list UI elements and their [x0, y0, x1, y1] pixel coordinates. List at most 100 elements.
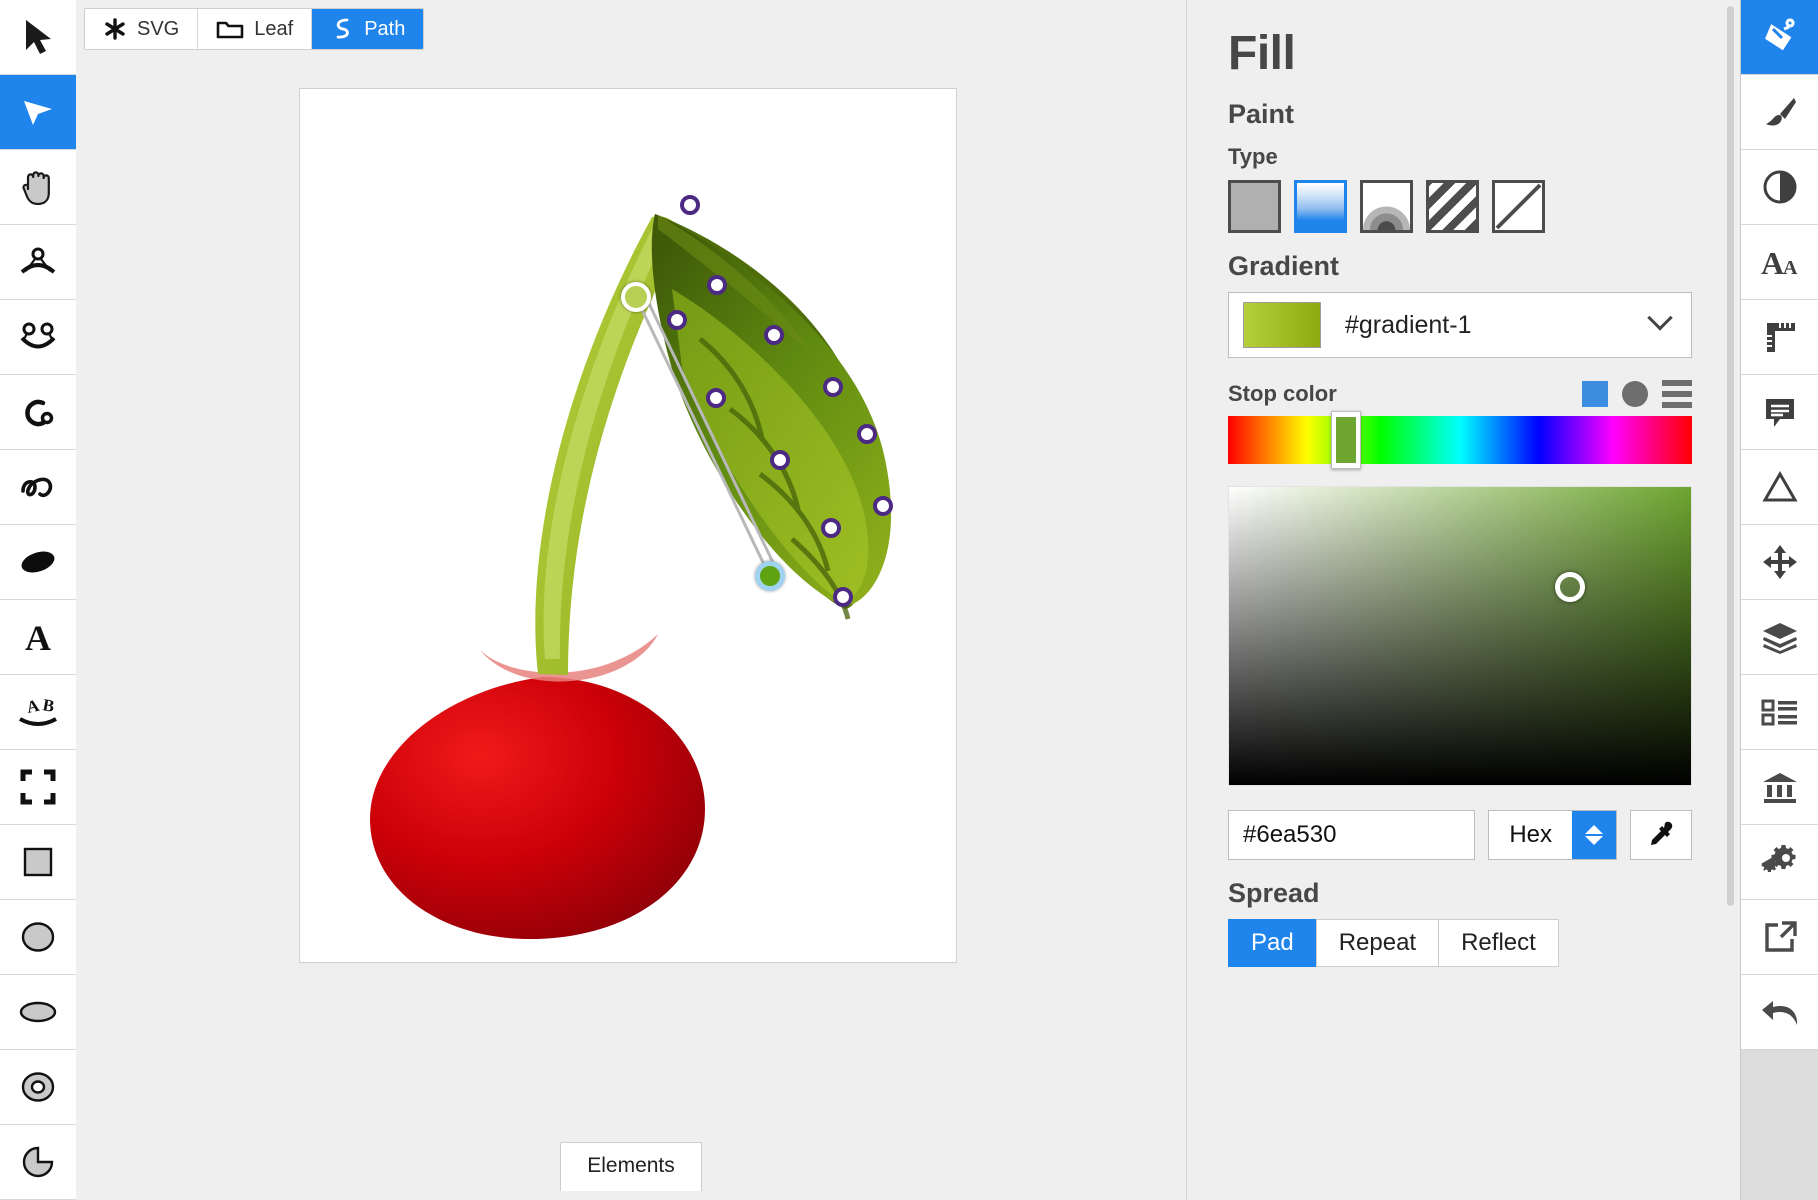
- swatch-list-icon[interactable]: [1662, 380, 1692, 408]
- stop-color-label: Stop color: [1228, 381, 1337, 406]
- fill-type-solid[interactable]: [1228, 180, 1281, 233]
- svg-text:A: A: [1783, 257, 1798, 279]
- elements-bar: Elements: [76, 1142, 1186, 1200]
- text-tool[interactable]: A: [0, 600, 76, 675]
- bank-columns-icon: [1762, 773, 1797, 803]
- gradient-start-handle[interactable]: [621, 282, 651, 312]
- path-node[interactable]: [821, 518, 841, 538]
- contrast-circle-icon: [1763, 170, 1796, 204]
- fill-type-none[interactable]: [1492, 180, 1545, 233]
- breadcrumb-label-svg: SVG: [137, 17, 180, 40]
- dimensions-panel-button[interactable]: [1741, 300, 1818, 375]
- path-curve-icon: [330, 16, 354, 42]
- fill-type-radial-gradient[interactable]: [1360, 180, 1413, 233]
- color-format-stepper[interactable]: [1572, 811, 1616, 859]
- triangle-icon: [1761, 470, 1798, 502]
- pan-tool[interactable]: [0, 150, 76, 225]
- text-on-path-tool[interactable]: A B: [0, 675, 76, 750]
- undo-button[interactable]: [1741, 975, 1818, 1050]
- spread-option-reflect[interactable]: Reflect: [1438, 919, 1559, 967]
- breadcrumb-item-path[interactable]: Path: [312, 9, 424, 49]
- rectangle-tool[interactable]: [0, 825, 76, 900]
- left-toolbar: A A B: [0, 0, 76, 1200]
- spread-options: Pad Repeat Reflect: [1228, 919, 1692, 967]
- hue-slider[interactable]: [1228, 411, 1692, 469]
- list-view-icon: [1761, 699, 1797, 726]
- folder-icon: [216, 18, 244, 40]
- breadcrumb-item-leaf[interactable]: Leaf: [198, 9, 313, 49]
- stop-color-mode-icons: [1582, 380, 1692, 408]
- library-panel-button[interactable]: [1741, 750, 1818, 825]
- fill-properties-panel: Fill Paint Type Gradient #gradient-1 Sto…: [1194, 0, 1740, 1200]
- gradient-select[interactable]: #gradient-1: [1228, 292, 1692, 358]
- export-panel-button[interactable]: [1741, 900, 1818, 975]
- opacity-panel-button[interactable]: [1741, 150, 1818, 225]
- node-symmetric-tool[interactable]: [0, 300, 76, 375]
- arc-tool[interactable]: [0, 375, 76, 450]
- stroke-panel-button[interactable]: [1741, 75, 1818, 150]
- canvas-viewport[interactable]: Elements: [76, 58, 1186, 1200]
- transform-panel-button[interactable]: [1741, 525, 1818, 600]
- elements-button[interactable]: Elements: [560, 1142, 702, 1191]
- panel-scrollbar[interactable]: [1727, 6, 1734, 906]
- gradient-preview-swatch: [1243, 302, 1321, 348]
- svg-editor-window: A A B SVG Leaf Path Elements Fill Paint …: [0, 0, 1818, 1200]
- fill-type-pattern[interactable]: [1426, 180, 1479, 233]
- saturation-value-picker[interactable]: [1228, 486, 1692, 786]
- typography-panel-button[interactable]: A A: [1741, 225, 1818, 300]
- objects-panel-button[interactable]: [1741, 675, 1818, 750]
- path-node[interactable]: [680, 195, 700, 215]
- swatch-circle-icon[interactable]: [1622, 381, 1648, 407]
- ellipse-tool[interactable]: [0, 975, 76, 1050]
- asterisk-icon: [103, 17, 127, 41]
- fill-panel-button[interactable]: [1741, 0, 1818, 75]
- canvas-area: SVG Leaf Path Elements: [76, 0, 1186, 1200]
- artboard[interactable]: [299, 88, 957, 963]
- node-smooth-tool[interactable]: [0, 225, 76, 300]
- path-node[interactable]: [667, 310, 687, 330]
- breadcrumb-item-svg[interactable]: SVG: [85, 9, 199, 49]
- path-node[interactable]: [707, 275, 727, 295]
- node-edit-tool[interactable]: [0, 75, 76, 150]
- spread-option-pad[interactable]: Pad: [1228, 919, 1317, 967]
- gradient-end-handle[interactable]: [755, 561, 785, 591]
- hue-slider-thumb[interactable]: [1331, 411, 1361, 469]
- path-node[interactable]: [706, 388, 726, 408]
- color-hex-input[interactable]: #6ea530: [1228, 810, 1476, 860]
- crop-tool[interactable]: [0, 750, 76, 825]
- freehand-tool[interactable]: [0, 450, 76, 525]
- layers-panel-button[interactable]: [1741, 600, 1818, 675]
- select-tool[interactable]: [0, 0, 76, 75]
- path-node[interactable]: [857, 424, 877, 444]
- eyedropper-button[interactable]: [1630, 810, 1692, 860]
- comments-panel-button[interactable]: [1741, 375, 1818, 450]
- path-node[interactable]: [833, 587, 853, 607]
- fill-type-linear-gradient[interactable]: [1294, 180, 1347, 233]
- circle-tool[interactable]: [0, 900, 76, 975]
- paint-section-label: Paint: [1228, 99, 1295, 129]
- color-format-label: Hex: [1509, 821, 1552, 848]
- breadcrumb: SVG Leaf Path: [84, 8, 425, 50]
- swatch-square-icon[interactable]: [1582, 381, 1608, 407]
- color-format-select[interactable]: Hex: [1488, 810, 1617, 860]
- donut-tool[interactable]: [0, 1050, 76, 1125]
- svg-text:A: A: [1761, 245, 1784, 279]
- gradient-section-label: Gradient: [1228, 251, 1340, 281]
- blob-tool[interactable]: [0, 525, 76, 600]
- undo-arrow-icon: [1761, 1001, 1797, 1025]
- svg-text:A: A: [25, 619, 51, 655]
- sv-picker-cursor[interactable]: [1555, 572, 1585, 602]
- spread-option-repeat[interactable]: Repeat: [1315, 919, 1440, 967]
- path-node[interactable]: [770, 450, 790, 470]
- path-node[interactable]: [873, 496, 893, 516]
- path-node[interactable]: [823, 377, 843, 397]
- pie-tool[interactable]: [0, 1125, 76, 1200]
- svg-text:B: B: [41, 695, 55, 716]
- svg-text:A: A: [25, 696, 42, 717]
- settings-panel-button[interactable]: [1741, 825, 1818, 900]
- speech-bubble-icon: [1765, 399, 1794, 427]
- artwork-cherry-leaf: [370, 214, 892, 939]
- path-node[interactable]: [764, 325, 784, 345]
- gradient-name: #gradient-1: [1345, 310, 1472, 339]
- shape-panel-button[interactable]: [1741, 450, 1818, 525]
